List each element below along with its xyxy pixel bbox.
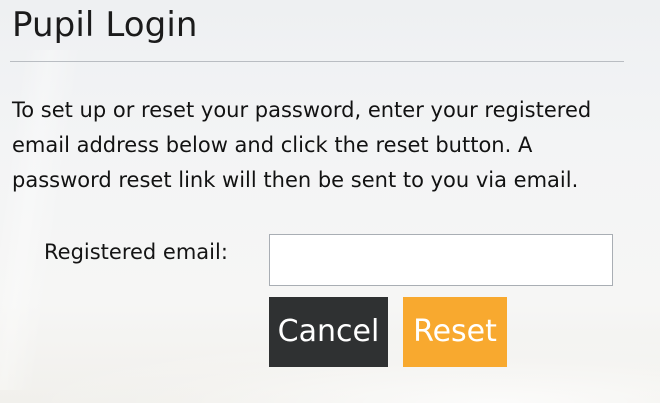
cancel-button[interactable]: Cancel: [269, 297, 388, 367]
registered-email-label: Registered email:: [44, 240, 228, 264]
registered-email-input[interactable]: [269, 234, 613, 286]
title-divider: [10, 61, 624, 62]
password-reset-instructions: To set up or reset your password, enter …: [12, 98, 592, 192]
reset-button[interactable]: Reset: [403, 297, 507, 367]
page-title: Pupil Login: [12, 5, 198, 45]
